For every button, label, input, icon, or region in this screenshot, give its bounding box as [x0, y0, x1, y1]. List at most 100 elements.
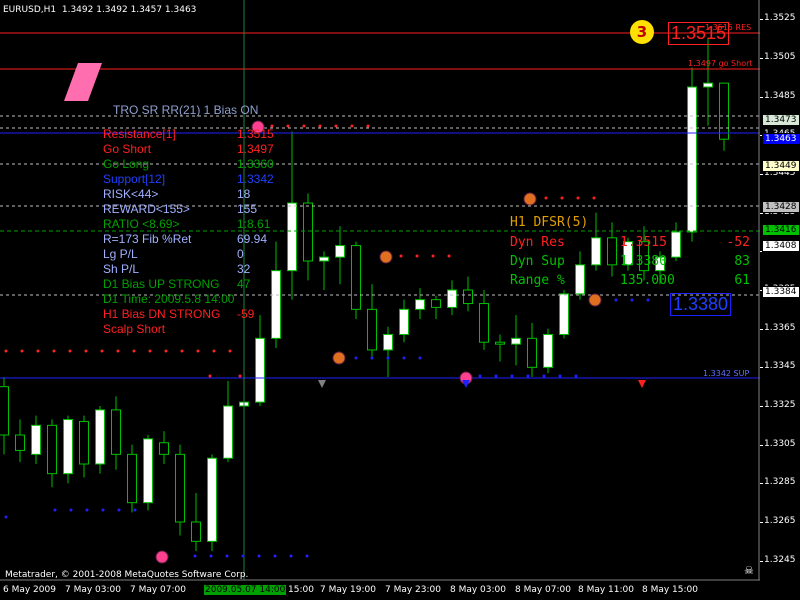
- candle: [127, 453, 137, 504]
- candle: [47, 424, 57, 475]
- candle: [495, 341, 505, 345]
- symbol-label: EURUSD,H1: [3, 5, 57, 15]
- price-tag: 1.3463: [762, 133, 800, 146]
- dfsr-row-value: 1.3380: [620, 254, 667, 269]
- candle: [367, 308, 377, 351]
- price-tick-label: 1.3265: [764, 516, 796, 526]
- candle: [79, 420, 89, 465]
- price-tag: 1.3428: [762, 200, 800, 213]
- price-axis[interactable]: 1.35251.35051.34851.34651.34451.34251.34…: [760, 0, 800, 580]
- dyn-res-dot: [68, 349, 72, 353]
- info-row-value: 18: [237, 187, 251, 201]
- price-tick-label: 1.3285: [764, 477, 796, 488]
- candle: [143, 438, 153, 504]
- dyn-res-dot: [100, 349, 104, 353]
- dyn-sup-dot: [526, 374, 530, 378]
- resistance-marker: 3: [630, 20, 654, 44]
- dyn-sup-dot: [370, 356, 374, 360]
- price-tick-label: 1.3325: [764, 400, 796, 410]
- info-row-label: D1 Time: 2009.5.8 14:00: [103, 292, 235, 306]
- price-tick-mark: [760, 522, 763, 523]
- resistance-big-label: 1.3515: [668, 22, 730, 45]
- support-big-label: 1.3380: [670, 293, 732, 316]
- candle: [335, 245, 345, 258]
- candle: [463, 289, 473, 305]
- price-tick-mark: [760, 174, 763, 175]
- candle: [415, 299, 425, 310]
- price-tag: 1.3384: [762, 285, 800, 298]
- candle: [559, 293, 569, 335]
- dyn-res-dot: [560, 196, 564, 200]
- dyn-sup-dot: [69, 508, 73, 512]
- dfsr-row-extra: 61: [734, 273, 750, 288]
- time-tick-label: 7 May 23:00: [385, 585, 441, 595]
- info-panel-title: TRO SR RR(21) 1 Bias ON: [113, 103, 259, 117]
- info-row-value: -59: [237, 307, 255, 321]
- sell-arrow-icon: [318, 380, 326, 388]
- dyn-sup-dot: [225, 554, 229, 558]
- candle: [479, 303, 489, 343]
- candle: [575, 264, 585, 295]
- candle: [687, 86, 697, 233]
- candle: [351, 245, 361, 310]
- price-tick-label: 1.3485: [764, 90, 796, 101]
- time-axis-highlight: 2009.05.07 14:00: [204, 585, 287, 595]
- dyn-res-dot: [286, 124, 290, 128]
- info-row-value: 0: [237, 247, 244, 261]
- time-tick-label: 7 May 19:00: [320, 585, 376, 595]
- dyn-res-dot: [180, 349, 184, 353]
- dyn-sup-dot: [101, 508, 105, 512]
- resistance-marker-number: 3: [636, 23, 648, 41]
- price-tick-mark: [760, 96, 763, 98]
- info-row-label: Sh P/L: [103, 262, 140, 276]
- candle: [159, 442, 169, 455]
- dyn-sup-dot: [630, 298, 634, 302]
- dyn-res-dot: [228, 349, 232, 353]
- sell-arrow-icon: [638, 380, 646, 388]
- info-row-value: 1.3497: [237, 142, 274, 156]
- dfsr-row-extra: -52: [726, 235, 750, 250]
- price-tick-mark: [760, 58, 763, 59]
- swing-marker: [588, 293, 602, 307]
- dyn-sup-dot: [209, 554, 213, 558]
- price-tag: 1.3473: [762, 113, 800, 126]
- chart-header: EURUSD,H1 1.3492 1.3492 1.3457 1.3463: [3, 5, 196, 15]
- candle: [31, 424, 41, 455]
- dyn-sup-dot: [241, 554, 245, 558]
- dyn-res-dot: [399, 254, 403, 258]
- dfsr-row-label: Range %: [510, 273, 565, 288]
- price-tick-label: 1.3245: [764, 554, 796, 565]
- candle: [511, 337, 521, 345]
- info-row-value: 1:8.61: [237, 217, 271, 231]
- dyn-res-dot: [576, 196, 580, 200]
- price-tick-mark: [760, 406, 763, 407]
- price-tick-mark: [760, 19, 763, 21]
- candle: [399, 308, 409, 335]
- dyn-res-dot: [196, 349, 200, 353]
- copyright-text: Metatrader, © 2001-2008 MetaQuotes Softw…: [5, 570, 249, 580]
- info-row-label: Go Short: [103, 142, 152, 156]
- dyn-res-dot: [116, 349, 120, 353]
- price-tick-mark: [760, 560, 763, 562]
- swing-marker: [155, 550, 169, 564]
- dyn-res-dot: [36, 349, 40, 353]
- info-row-value: 47: [237, 277, 251, 291]
- swing-marker: [379, 250, 393, 264]
- dyn-sup-dot: [273, 554, 277, 558]
- candle: [15, 434, 25, 451]
- dyn-res-dot: [366, 124, 370, 128]
- candle: [703, 82, 713, 88]
- info-row-label: Lg P/L: [103, 247, 138, 261]
- price-tag: 1.3408: [762, 239, 800, 252]
- dyn-sup-dot: [133, 508, 137, 512]
- dfsr-row-value: 135.000: [620, 273, 675, 288]
- dyn-sup-dot: [305, 554, 309, 558]
- info-row-value: 1.3360: [237, 157, 274, 171]
- price-tick-label: 1.3305: [764, 438, 796, 449]
- sell-arrow-icon: [462, 380, 470, 388]
- candle: [255, 337, 265, 403]
- dyn-sup-dot: [85, 508, 89, 512]
- dyn-sup-dot: [402, 356, 406, 360]
- time-tick-label: 8 May 03:00: [450, 585, 506, 595]
- dyn-res-dot: [148, 349, 152, 353]
